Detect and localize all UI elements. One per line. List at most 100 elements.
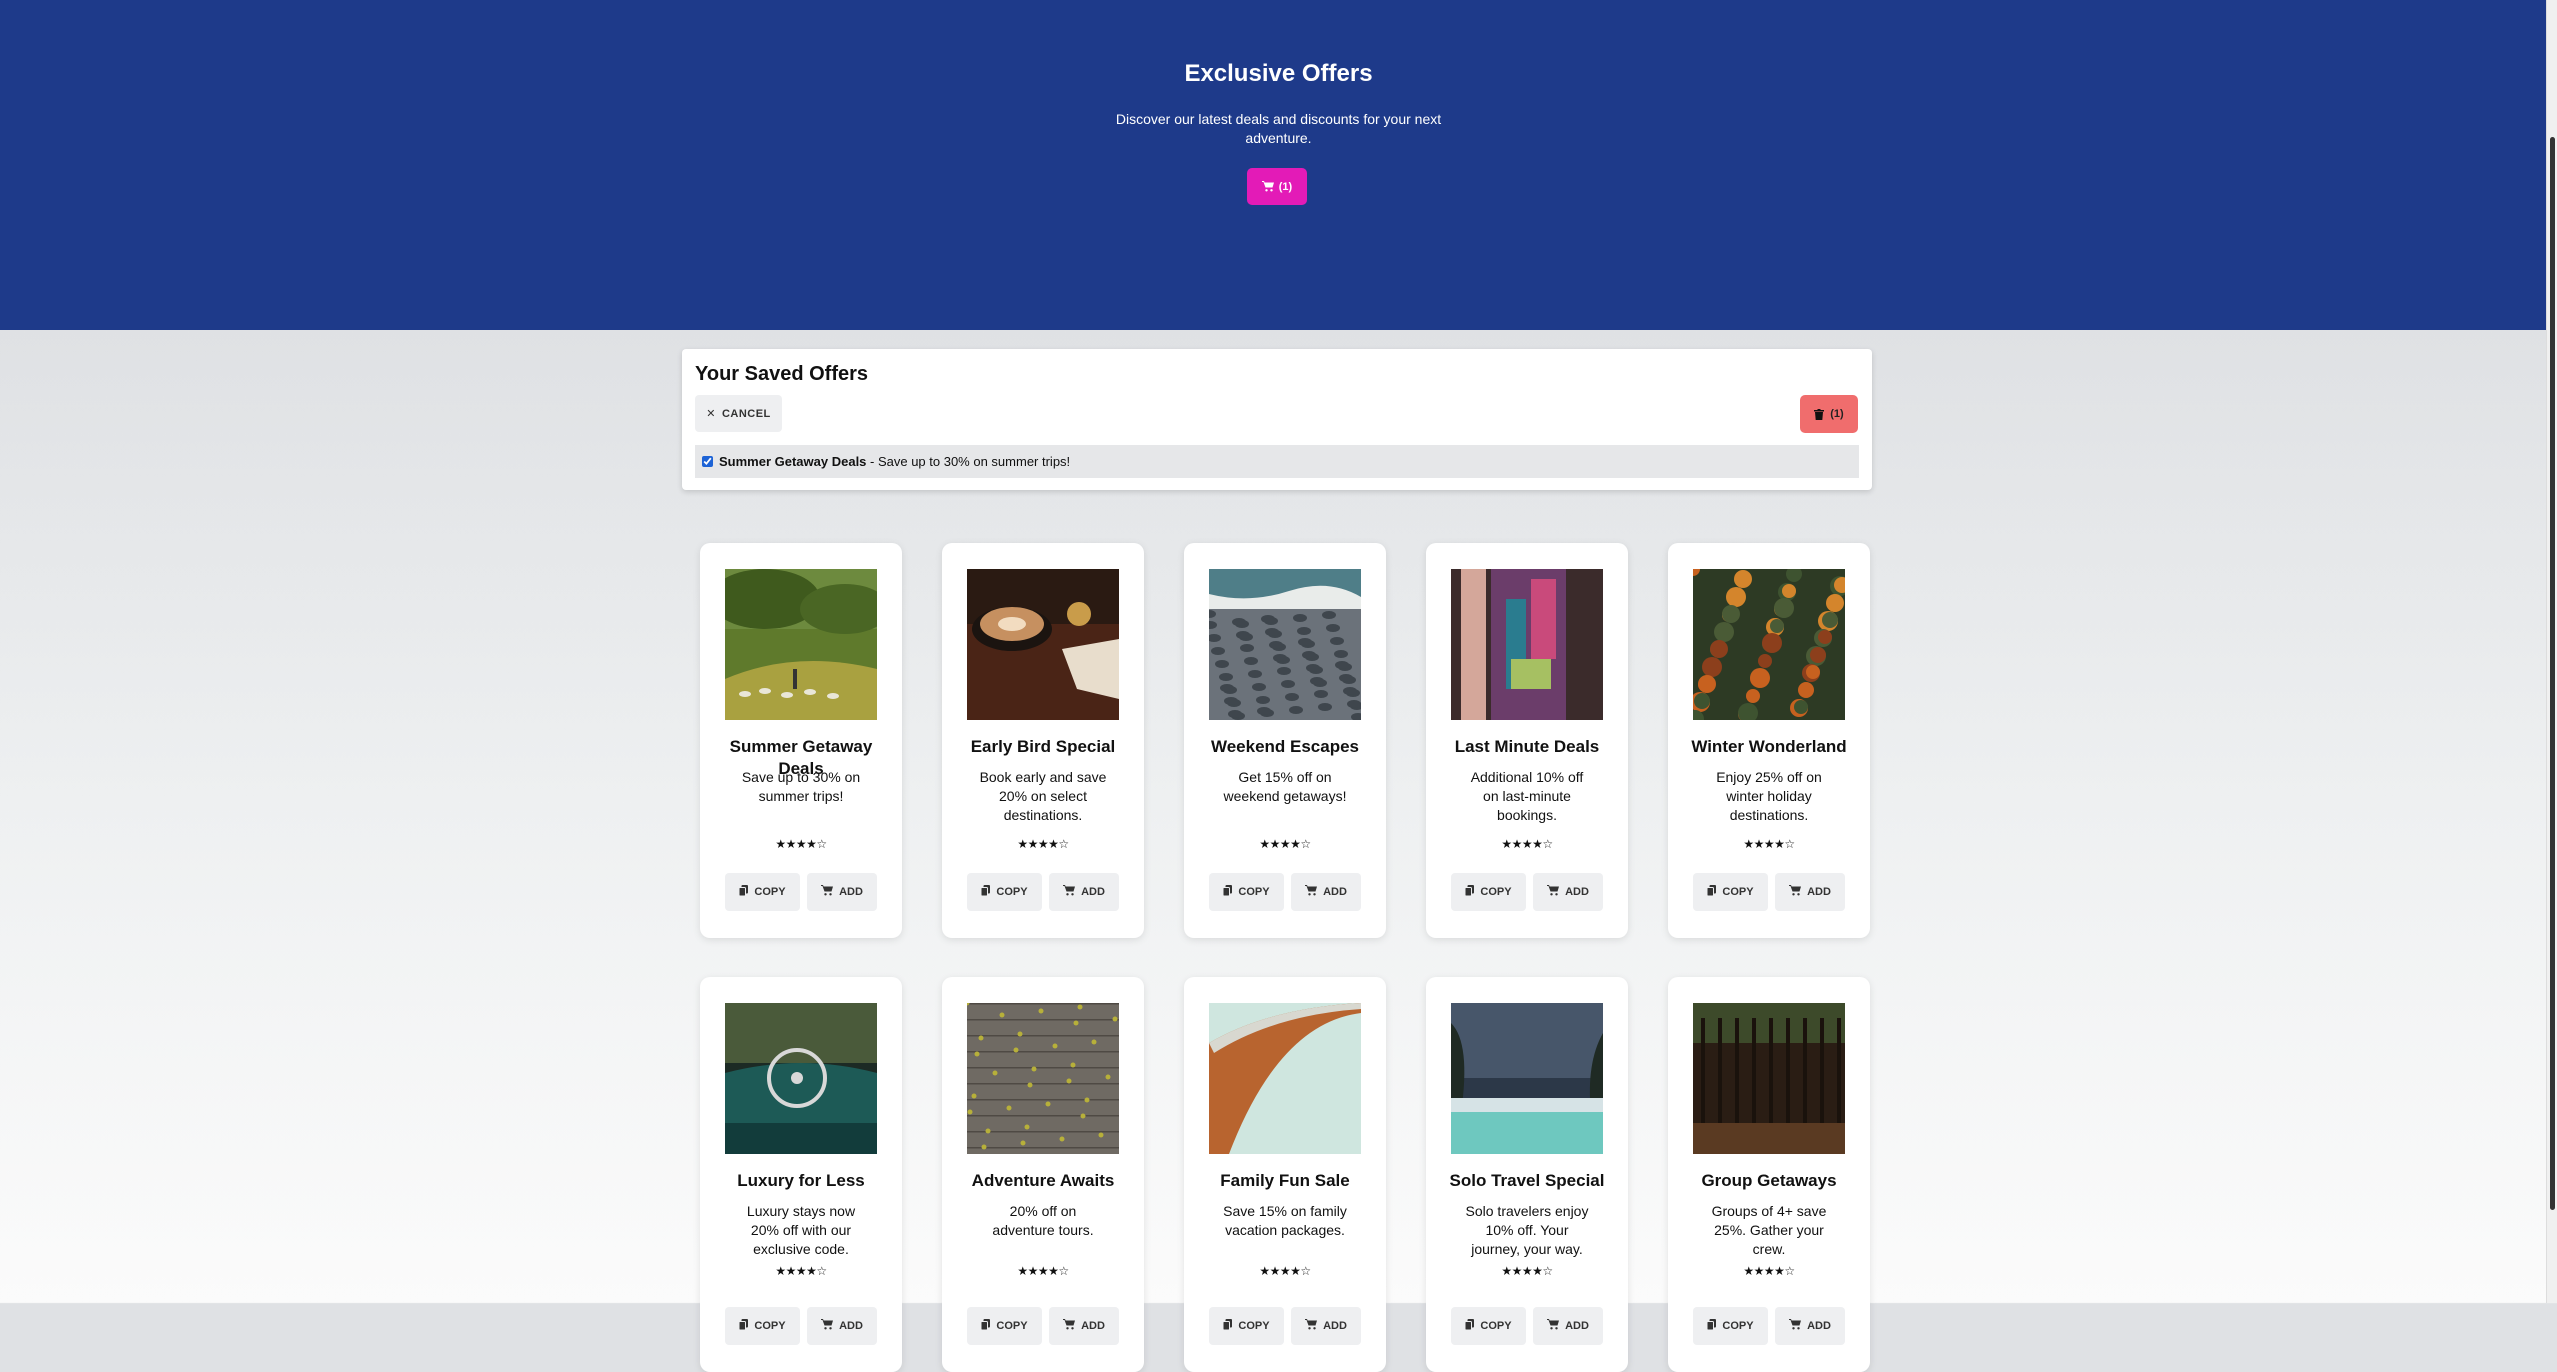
copy-button[interactable]: COPY	[1209, 1307, 1284, 1345]
copy-label: COPY	[1480, 1320, 1512, 1332]
cancel-label: CANCEL	[721, 407, 771, 420]
offer-card: Last Minute Deals Additional 10% off on l…	[1426, 543, 1628, 938]
copy-button[interactable]: COPY	[725, 873, 800, 911]
offer-description: Solo travelers enjoy 10% off. Your journ…	[1465, 1203, 1589, 1257]
offer-card: Family Fun Sale Save 15% on family vacati…	[1184, 977, 1386, 1372]
copy-icon	[1706, 885, 1717, 899]
offer-rating: ★★★★☆	[1259, 837, 1311, 851]
copy-icon	[1706, 1319, 1717, 1333]
offer-card: Solo Travel Special Solo travelers enjoy …	[1426, 977, 1628, 1372]
offer-description: Groups of 4+ save 25%. Gather your crew.	[1711, 1203, 1827, 1257]
close-icon: ✕	[706, 408, 716, 420]
add-to-cart-button[interactable]: ADD	[1775, 1307, 1845, 1345]
cart-icon	[1305, 1319, 1318, 1333]
cart-icon	[1261, 181, 1274, 192]
cancel-button[interactable]: ✕ CANCEL	[695, 395, 782, 432]
offer-card: Group Getaways Groups of 4+ save 25%. Gat…	[1668, 977, 1870, 1372]
cart-icon	[1547, 1319, 1560, 1333]
copy-label: COPY	[1722, 886, 1754, 898]
offer-rating: ★★★★☆	[1259, 1264, 1311, 1278]
offer-rating: ★★★★☆	[1501, 837, 1553, 851]
add-to-cart-button[interactable]: ADD	[807, 873, 877, 911]
offer-description: Enjoy 25% off on winter holiday destinat…	[1716, 769, 1822, 823]
cart-icon	[1789, 1319, 1802, 1333]
offer-card: Summer Getaway Deals Save up to 30% on su…	[700, 543, 902, 938]
cart-icon	[1547, 885, 1560, 899]
copy-button[interactable]: COPY	[1209, 873, 1284, 911]
add-to-cart-button[interactable]: ADD	[807, 1307, 877, 1345]
copy-button[interactable]: COPY	[967, 1307, 1042, 1345]
add-to-cart-button[interactable]: ADD	[1533, 1307, 1603, 1345]
copy-button[interactable]: COPY	[1451, 1307, 1526, 1345]
add-to-cart-button[interactable]: ADD	[1291, 1307, 1361, 1345]
cart-icon	[821, 1319, 834, 1333]
saved-offer-title: Summer Getaway Deals	[719, 454, 867, 469]
cart-icon	[821, 885, 834, 899]
offer-rating: ★★★★☆	[775, 837, 827, 851]
copy-icon	[1464, 1319, 1475, 1333]
copy-label: COPY	[996, 886, 1028, 898]
copy-button[interactable]: COPY	[1693, 1307, 1768, 1345]
offer-title: Early Bird Special	[970, 737, 1116, 756]
add-label: ADD	[839, 886, 863, 898]
copy-icon	[980, 1319, 991, 1333]
saved-offer-item: Summer Getaway Deals - Save up to 30% on…	[695, 445, 1859, 478]
copy-icon	[1222, 885, 1233, 899]
offer-title: Adventure Awaits	[971, 1171, 1115, 1190]
offer-title: Family Fun Sale	[1220, 1171, 1350, 1190]
add-label: ADD	[1081, 886, 1105, 898]
offer-rating: ★★★★☆	[1017, 1264, 1069, 1278]
offer-image	[967, 569, 1119, 720]
scrollbar-thumb[interactable]	[2550, 137, 2555, 1210]
copy-button[interactable]: COPY	[1451, 873, 1526, 911]
cart-button[interactable]: (1)	[1247, 168, 1307, 205]
offer-image	[1209, 1003, 1361, 1154]
trash-icon	[1814, 408, 1825, 420]
delete-selected-button[interactable]: (1)	[1800, 395, 1858, 433]
offer-title: Winter Wonderland	[1691, 737, 1847, 756]
offer-description: 20% off on adventure tours.	[992, 1203, 1094, 1238]
offer-description: Get 15% off on weekend getaways!	[1223, 769, 1347, 804]
add-to-cart-button[interactable]: ADD	[1775, 873, 1845, 911]
copy-label: COPY	[1480, 886, 1512, 898]
add-label: ADD	[839, 1320, 863, 1332]
copy-icon	[1222, 1319, 1233, 1333]
copy-label: COPY	[996, 1320, 1028, 1332]
saved-offers-panel: Your Saved Offers ✕ CANCEL (1) Summer Ge…	[682, 349, 1872, 490]
offer-description: Save 15% on family vacation packages.	[1223, 1203, 1347, 1238]
add-to-cart-button[interactable]: ADD	[1049, 1307, 1119, 1345]
copy-label: COPY	[1238, 1320, 1270, 1332]
copy-button[interactable]: COPY	[725, 1307, 800, 1345]
add-to-cart-button[interactable]: ADD	[1049, 873, 1119, 911]
offer-title: Group Getaways	[1701, 1171, 1837, 1190]
cart-icon	[1063, 885, 1076, 899]
add-label: ADD	[1565, 886, 1589, 898]
page-subtitle: Discover our latest deals and discounts …	[1115, 111, 1442, 146]
cart-icon	[1305, 885, 1318, 899]
add-to-cart-button[interactable]: ADD	[1533, 873, 1603, 911]
saved-offer-checkbox[interactable]	[702, 456, 713, 467]
offer-description: Additional 10% off on last-minute bookin…	[1470, 769, 1584, 823]
cart-icon	[1063, 1319, 1076, 1333]
add-label: ADD	[1323, 1320, 1347, 1332]
add-to-cart-button[interactable]: ADD	[1291, 873, 1361, 911]
offer-card: Winter Wonderland Enjoy 25% off on winter…	[1668, 543, 1870, 938]
copy-label: COPY	[754, 1320, 786, 1332]
hero-banner: Exclusive Offers Discover our latest dea…	[0, 0, 2557, 330]
offer-image	[1209, 569, 1361, 720]
add-label: ADD	[1807, 886, 1831, 898]
offer-rating: ★★★★☆	[1501, 1264, 1553, 1278]
cart-icon	[1789, 885, 1802, 899]
copy-button[interactable]: COPY	[1693, 873, 1768, 911]
add-label: ADD	[1807, 1320, 1831, 1332]
copy-button[interactable]: COPY	[967, 873, 1042, 911]
offer-image	[967, 1003, 1119, 1154]
page-title: Exclusive Offers	[1184, 60, 1373, 87]
offer-title: Solo Travel Special	[1449, 1171, 1605, 1190]
add-label: ADD	[1565, 1320, 1589, 1332]
copy-label: COPY	[754, 886, 786, 898]
copy-icon	[980, 885, 991, 899]
scrollbar[interactable]	[2546, 0, 2557, 1303]
copy-icon	[738, 885, 749, 899]
offer-title: Weekend Escapes	[1210, 737, 1360, 756]
